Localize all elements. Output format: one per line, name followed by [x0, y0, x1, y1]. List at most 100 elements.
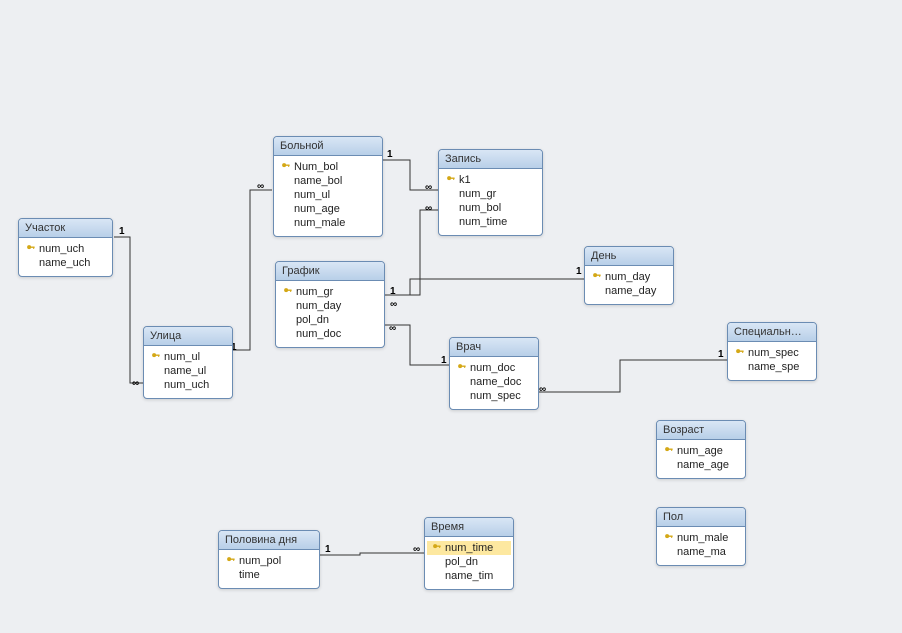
table-fields: num_male name_ma — [657, 527, 745, 565]
field-row[interactable]: num_pol — [221, 554, 317, 568]
primary-key-icon — [663, 533, 675, 543]
primary-key-icon — [282, 287, 294, 297]
table-bolnoj[interactable]: Больной Num_bol name_bolnum_ulnum_age num_… — [273, 136, 383, 237]
primary-key-icon — [591, 272, 603, 282]
table-vozrast[interactable]: Возраст num_agename_age — [656, 420, 746, 479]
field-row[interactable]: num_spec — [730, 346, 814, 360]
field-name: num_time — [459, 216, 507, 228]
field-row[interactable]: num_day — [278, 299, 382, 313]
card-1: 1 — [386, 149, 394, 160]
primary-key-icon — [456, 363, 468, 373]
table-pol[interactable]: Пол num_male name_ma — [656, 507, 746, 566]
field-row[interactable]: num_doc — [278, 327, 382, 341]
field-row[interactable]: name_doc — [452, 375, 536, 389]
primary-key-icon — [225, 556, 237, 566]
field-name: Num_bol — [294, 161, 338, 173]
table-header[interactable]: Возраст — [657, 421, 745, 440]
primary-key-icon — [280, 162, 292, 172]
field-row[interactable]: num_male — [276, 216, 380, 230]
field-row[interactable]: num_uch — [146, 378, 230, 392]
table-den[interactable]: День num_dayname_day — [584, 246, 674, 305]
field-name: num_time — [445, 542, 493, 554]
table-fields: num_agename_age — [657, 440, 745, 478]
field-name: name_day — [605, 285, 656, 297]
field-row[interactable]: num_doc — [452, 361, 536, 375]
field-name: num_male — [294, 217, 345, 229]
field-row[interactable]: num_ul — [146, 350, 230, 364]
table-fields: Num_bol name_bolnum_ulnum_age num_male — [274, 156, 382, 236]
table-fields: num_dayname_day — [585, 266, 673, 304]
field-row[interactable]: num_gr — [441, 187, 540, 201]
diagram-canvas: 1 ∞ 1 ∞ 1 ∞ 1 ∞ 1 ∞ 1 ∞ 1 ∞ 1 ∞ Участок … — [0, 0, 902, 633]
table-header[interactable]: Больной — [274, 137, 382, 156]
table-specialn[interactable]: Специальн… num_specname_spe — [727, 322, 817, 381]
field-row[interactable]: name_ul — [146, 364, 230, 378]
table-zapis[interactable]: Запись k1 num_gr num_bol num_time — [438, 149, 543, 236]
field-name: num_age — [294, 203, 340, 215]
field-row[interactable]: pol_dn — [278, 313, 382, 327]
field-name: num_ul — [164, 351, 200, 363]
field-name: num_uch — [39, 243, 84, 255]
card-1: 1 — [118, 226, 126, 237]
table-vrach[interactable]: Врач num_docname_docnum_spec — [449, 337, 539, 410]
field-row[interactable]: num_gr — [278, 285, 382, 299]
field-row[interactable]: num_time — [441, 215, 540, 229]
table-fields: num_ulname_ulnum_uch — [144, 346, 232, 398]
field-row[interactable]: time — [221, 568, 317, 582]
table-fields: k1 num_gr num_bol num_time — [439, 169, 542, 235]
field-row[interactable]: num_male — [659, 531, 743, 545]
field-name: num_bol — [459, 202, 501, 214]
field-name: num_male — [677, 532, 728, 544]
field-row[interactable]: k1 — [441, 173, 540, 187]
field-row[interactable]: pol_dn — [427, 555, 511, 569]
primary-key-icon — [734, 348, 746, 358]
table-header[interactable]: График — [276, 262, 384, 281]
field-row[interactable]: num_uch — [21, 242, 110, 256]
table-header[interactable]: Половина дня — [219, 531, 319, 550]
table-uchastok[interactable]: Участок num_uchname_uch — [18, 218, 113, 277]
field-row[interactable]: num_age — [276, 202, 380, 216]
field-row[interactable]: name_day — [587, 284, 671, 298]
field-row[interactable]: name_uch — [21, 256, 110, 270]
field-row[interactable]: name_age — [659, 458, 743, 472]
table-header[interactable]: Пол — [657, 508, 745, 527]
table-header[interactable]: Время — [425, 518, 513, 537]
card-many: ∞ — [256, 181, 265, 192]
card-many: ∞ — [388, 323, 397, 334]
field-name: k1 — [459, 174, 471, 186]
card-many: ∞ — [389, 299, 398, 310]
table-polovina[interactable]: Половина дня num_poltime — [218, 530, 320, 589]
table-header[interactable]: День — [585, 247, 673, 266]
table-ulica[interactable]: Улица num_ulname_ulnum_uch — [143, 326, 233, 399]
field-name: name_tim — [445, 570, 493, 582]
field-name: pol_dn — [445, 556, 478, 568]
table-header[interactable]: Улица — [144, 327, 232, 346]
field-row[interactable]: num_age — [659, 444, 743, 458]
card-1: 1 — [717, 349, 725, 360]
field-name: name_bol — [294, 175, 342, 187]
table-grafik[interactable]: График num_grnum_daypol_dnnum_doc — [275, 261, 385, 348]
card-many: ∞ — [538, 384, 547, 395]
field-row[interactable]: name_tim — [427, 569, 511, 583]
field-name: name_ma — [677, 546, 726, 558]
field-row[interactable]: num_ul — [276, 188, 380, 202]
field-row[interactable]: name_spe — [730, 360, 814, 374]
table-fields: num_uchname_uch — [19, 238, 112, 276]
field-name: num_pol — [239, 555, 281, 567]
table-header[interactable]: Участок — [19, 219, 112, 238]
field-row[interactable]: num_time — [427, 541, 511, 555]
table-header[interactable]: Специальн… — [728, 323, 816, 342]
card-many: ∞ — [412, 544, 421, 555]
field-row[interactable]: name_ma — [659, 545, 743, 559]
table-header[interactable]: Врач — [450, 338, 538, 357]
table-vremya[interactable]: Время num_time pol_dn name_tim — [424, 517, 514, 590]
field-row[interactable]: name_bol — [276, 174, 380, 188]
card-1: 1 — [324, 544, 332, 555]
card-many: ∞ — [424, 203, 433, 214]
field-row[interactable]: Num_bol — [276, 160, 380, 174]
field-row[interactable]: num_bol — [441, 201, 540, 215]
field-row[interactable]: num_spec — [452, 389, 536, 403]
table-header[interactable]: Запись — [439, 150, 542, 169]
field-name: num_gr — [459, 188, 496, 200]
field-row[interactable]: num_day — [587, 270, 671, 284]
